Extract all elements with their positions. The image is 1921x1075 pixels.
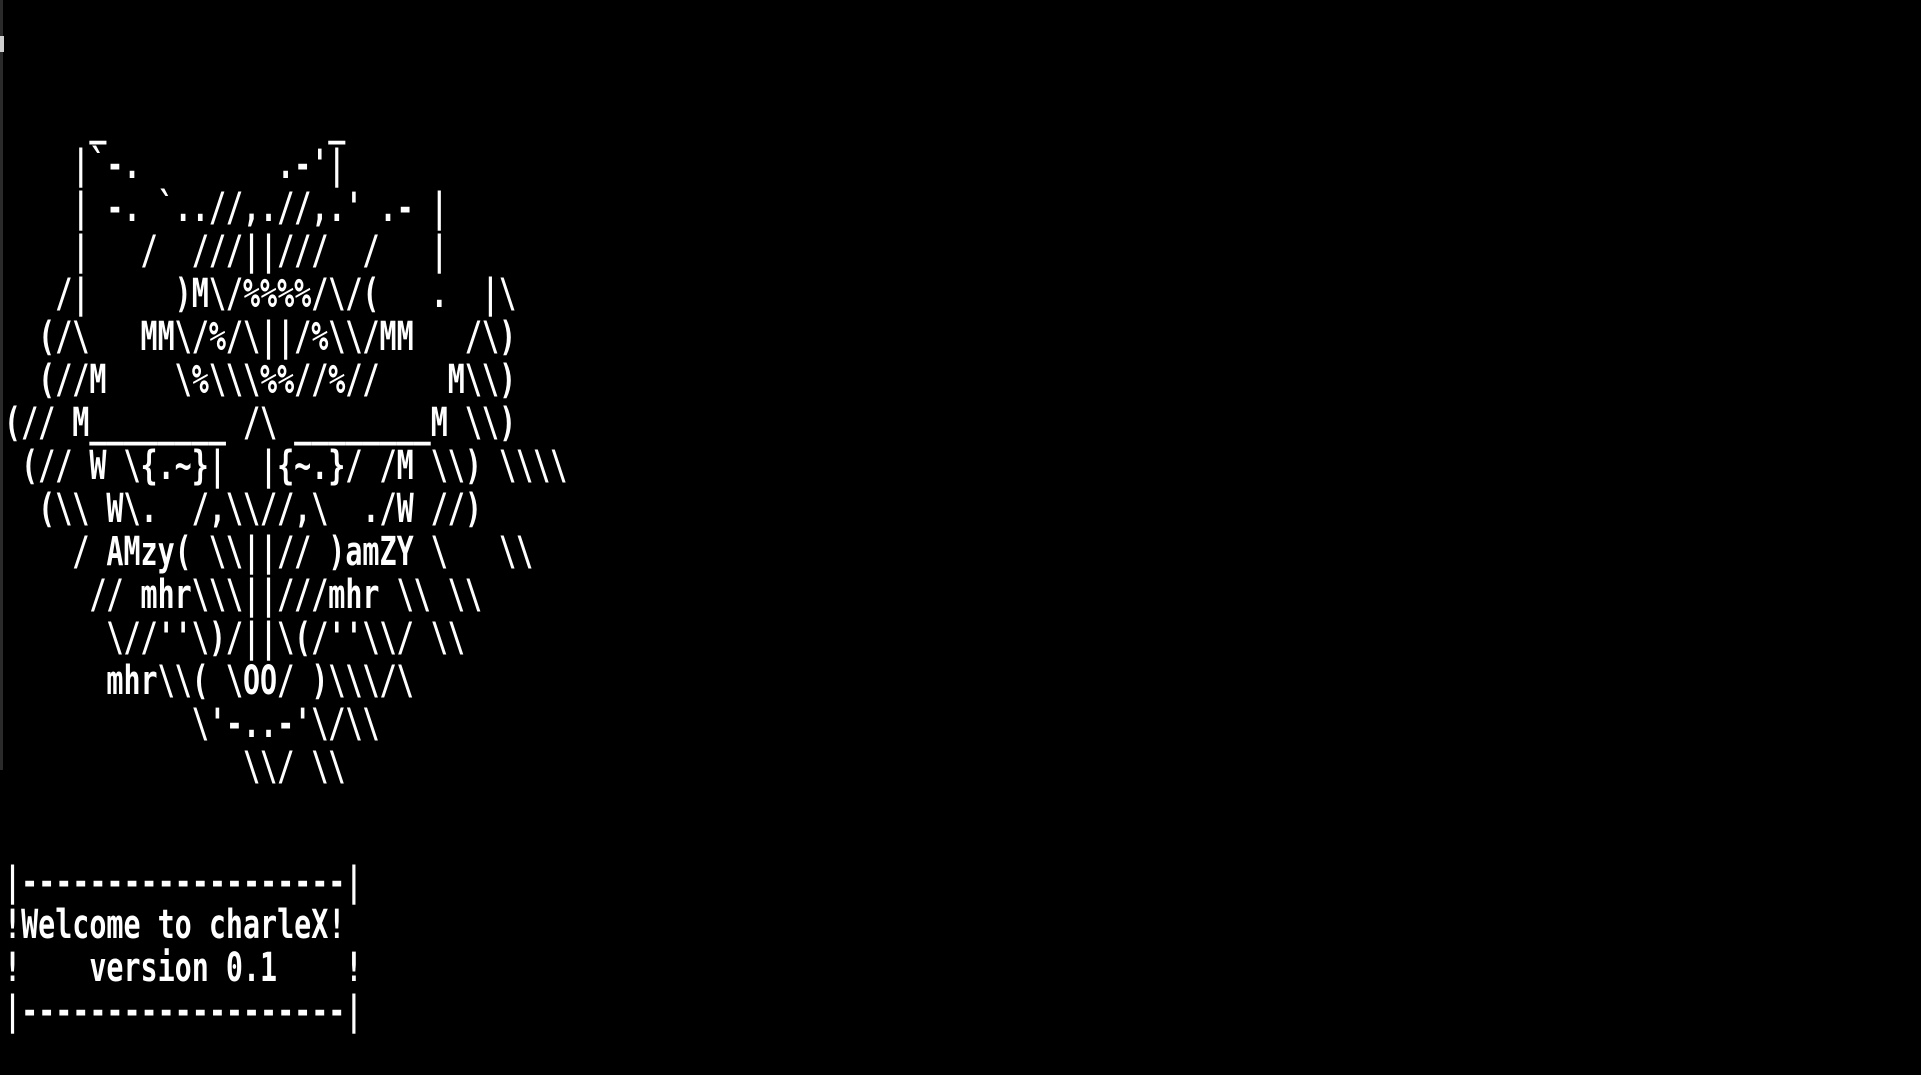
art-line: /| )M\/%%%%/\/( . |\ <box>4 269 517 317</box>
art-line: \//''\)/||\(/''\\/ \\ <box>4 613 465 661</box>
art-line: \\/ \\ <box>4 742 346 790</box>
art-line: (//M \%\\\%%//%// M\\) <box>4 355 517 403</box>
art-line: (/\ MM\/%/\||/%\\/MM /\) <box>4 312 517 360</box>
art-line: _ _ <box>4 97 346 145</box>
art-line: |`-. .-'| <box>4 140 346 188</box>
window-edge <box>0 0 3 770</box>
welcome-banner: |-------------------| !Welcome to charle… <box>4 860 362 1032</box>
banner-border-bottom: |-------------------| <box>4 986 363 1034</box>
banner-welcome-text: !Welcome to charleX! <box>4 900 346 948</box>
art-line: / AMzy( \\||// )amZY \ \\ <box>4 527 534 575</box>
art-line: (// W \{.~}| |{~.}/ /M \\) \\\\ <box>4 441 568 489</box>
art-line: mhr\\( \OO/ )\\\/\ <box>4 656 414 704</box>
terminal-screen[interactable]: _ _ |`-. .-'| | -. `..//,.//,.' .- | | /… <box>0 0 1921 1075</box>
ascii-art-wolf: _ _ |`-. .-'| | -. `..//,.//,.' .- | | /… <box>4 100 567 788</box>
banner-border-top: |-------------------| <box>4 857 363 905</box>
art-line: (// M________ /\ ________M \\) <box>4 398 517 446</box>
art-line: | -. `..//,.//,.' .- | <box>4 183 448 231</box>
art-line: (\\ W\. /,\\//,\ ./W //) <box>4 484 482 532</box>
art-line: // mhr\\\||///mhr \\ \\ <box>4 570 482 618</box>
text-cursor <box>0 36 4 52</box>
art-line: | / ///||/// / | <box>4 226 448 274</box>
art-line: \'-..-'\/\\ <box>4 699 380 747</box>
banner-version-text: ! version 0.1 ! <box>4 943 363 991</box>
